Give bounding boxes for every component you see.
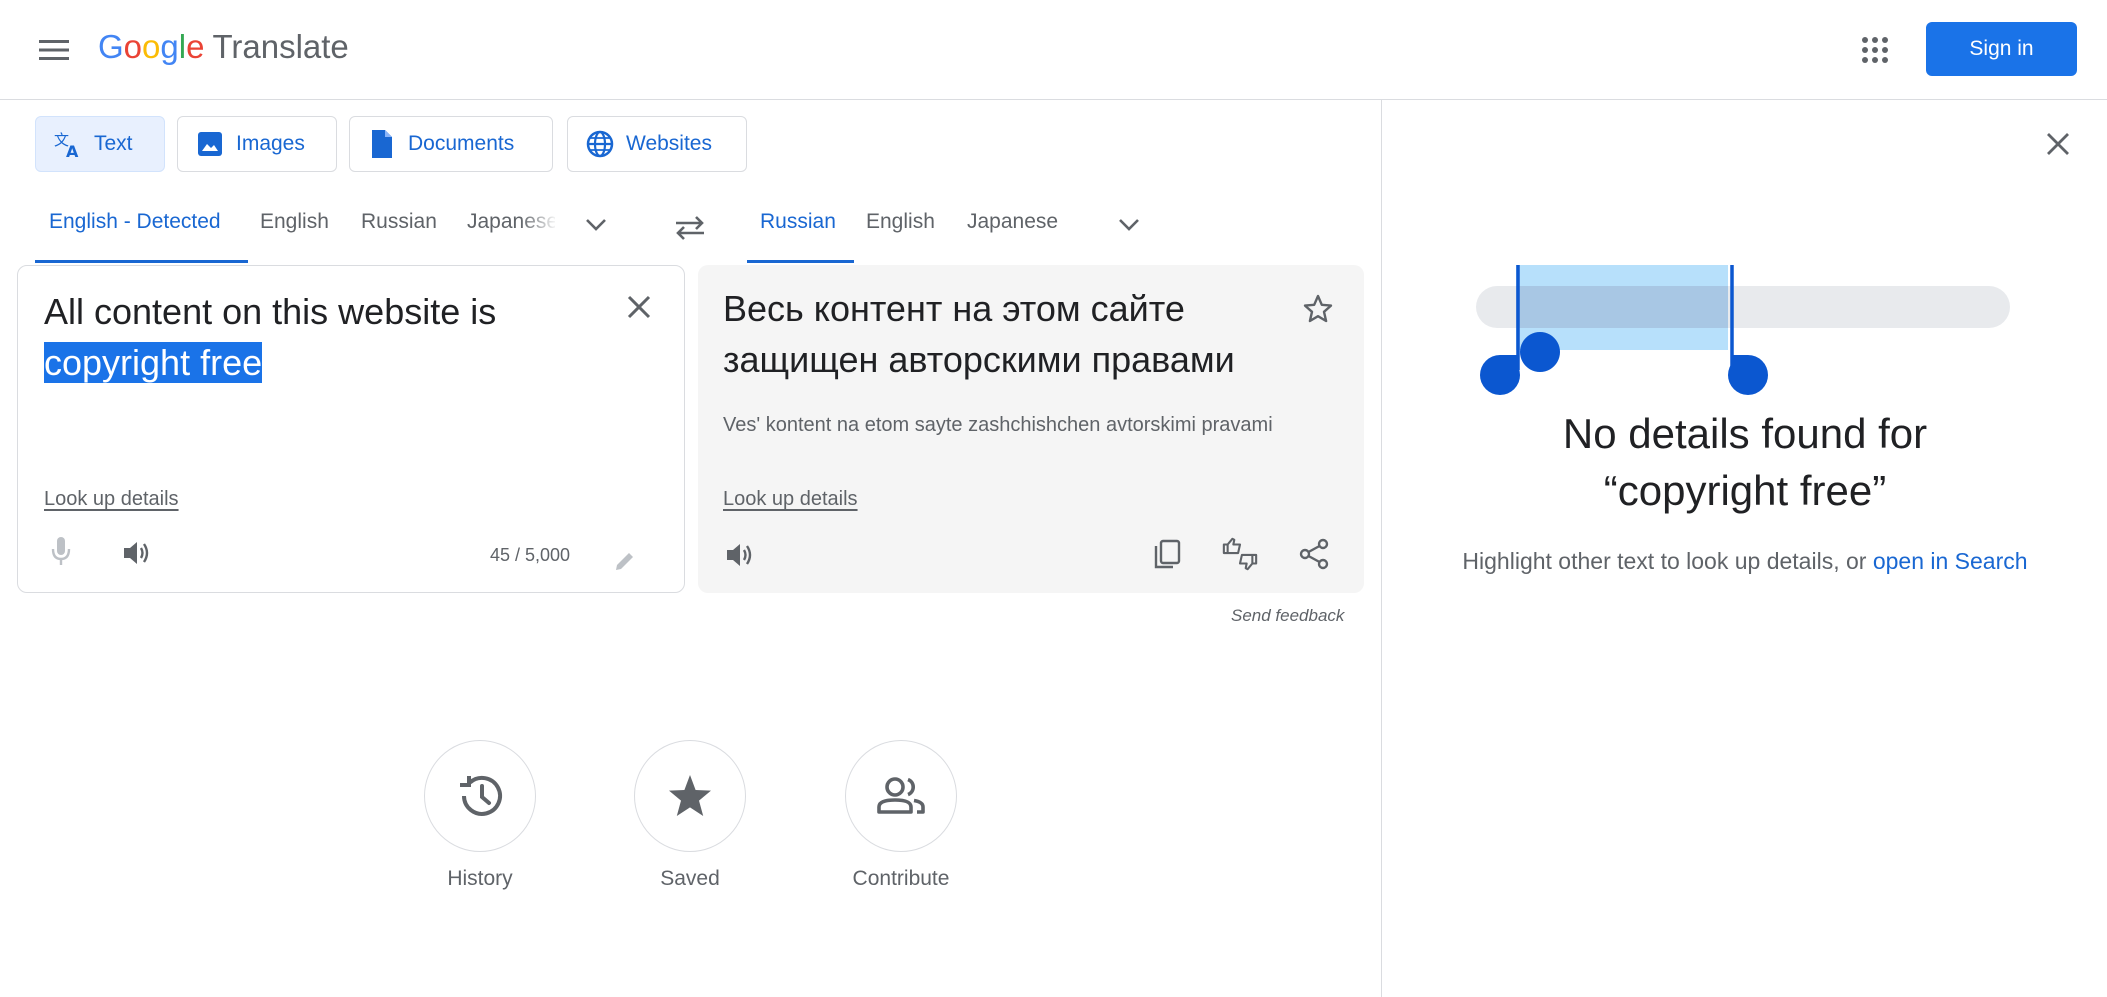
contribute-label: Contribute [852,867,950,890]
apps-grid-icon [1862,37,1888,63]
logo-letter: g [160,28,179,65]
logo-letter: o [142,28,161,65]
saved-button[interactable] [634,740,746,852]
hint-text: Highlight other text to look up details,… [1462,548,1873,574]
source-lang-english[interactable]: English [260,210,329,234]
target-look-up-details-link[interactable]: Look up details [723,488,858,511]
google-translate-logo[interactable]: Google Translate [98,28,349,66]
speaker-icon [124,542,149,564]
tab-websites-label: Websites [626,132,712,155]
star-filled-icon [669,775,711,816]
close-details-panel-button[interactable] [2040,126,2076,162]
source-text-plain: All content on this website is [44,291,497,332]
open-in-search-link[interactable]: open in Search [1873,548,2028,574]
document-icon [368,130,396,158]
source-text-selection: copyright free [44,342,263,383]
transliteration-text: Ves' kontent na etom sayte zashchishchen… [723,414,1273,436]
target-lang-russian[interactable]: Russian [760,210,836,234]
no-details-line-1: No details found for [1562,410,1928,457]
logo-letter: o [123,28,143,65]
thumbs-up-down-icon [1222,537,1258,571]
source-listen-button[interactable] [120,536,154,570]
source-lang-russian[interactable]: Russian [361,210,437,234]
tab-images-label: Images [236,132,305,155]
history-button[interactable] [424,740,536,852]
chevron-down-icon [1119,219,1139,231]
product-name: Translate [212,28,349,65]
chevron-down-icon [586,219,606,231]
swap-languages-button[interactable] [672,210,708,246]
logo-letter: e [186,28,205,65]
tab-text[interactable]: 文A Text [35,116,165,172]
tab-text-label: Text [94,132,133,155]
app-header: Google Translate Sign in [0,0,2107,100]
clear-source-button[interactable] [622,290,656,324]
target-lang-underline [747,260,854,263]
lang-fade [520,205,558,245]
history-label: History [447,867,513,890]
no-details-hint: Highlight other text to look up details,… [1400,548,2090,575]
copy-translation-button[interactable] [1148,535,1186,573]
source-lang-underline [35,260,248,263]
share-translation-button[interactable] [1295,535,1333,573]
logo-letter: l [178,28,187,65]
no-details-illustration [1476,265,2010,395]
character-counter: 45 / 5,000 [490,545,571,565]
star-outline-icon [1303,294,1333,323]
target-listen-button[interactable] [723,538,757,572]
history-icon [460,775,502,816]
source-look-up-details-link[interactable]: Look up details [44,488,179,511]
sign-in-button[interactable]: Sign in [1926,22,2077,76]
voice-input-button[interactable] [44,534,78,568]
tab-documents[interactable]: Documents [349,116,553,172]
tab-websites[interactable]: Websites [567,116,747,172]
translate-icon: 文A [54,130,82,158]
logo-letter: G [98,28,124,65]
source-text-panel: All content on this website is copyright… [17,265,685,593]
target-lang-more-button[interactable] [1114,210,1144,240]
target-lang-japanese[interactable]: Japanese [967,210,1058,234]
pencil-icon [616,553,633,570]
tab-images[interactable]: Images [177,116,337,172]
close-icon [627,295,651,319]
close-icon [2047,133,2069,155]
send-feedback-link[interactable]: Send feedback [1231,606,1344,626]
no-details-line-2: “copyright free” [1603,467,1887,514]
svg-text:A: A [66,142,79,158]
main-menu-button[interactable] [34,30,74,70]
microphone-icon [51,537,71,565]
tab-documents-label: Documents [408,132,515,155]
menu-icon [39,40,69,60]
image-icon [196,130,224,158]
target-lang-english[interactable]: English [866,210,935,234]
share-icon [1299,538,1329,570]
copy-icon [1154,539,1181,569]
save-translation-button[interactable] [1300,291,1336,327]
no-details-heading: No details found for “copyright free” [1400,405,2090,519]
contribute-button[interactable] [845,740,957,852]
saved-label: Saved [660,867,720,890]
rate-translation-button[interactable] [1221,535,1259,573]
source-lang-more-button[interactable] [581,210,611,240]
source-lang-detected[interactable]: English - Detected [49,210,221,234]
translation-panel: Весь контент на этом сайте защищен автор… [698,265,1364,593]
people-icon [877,777,925,814]
swap-icon [676,216,704,240]
translation-text: Весь контент на этом сайте защищен автор… [723,288,1235,380]
speaker-icon [727,544,752,566]
edit-button[interactable] [610,546,640,576]
google-apps-button[interactable] [1855,30,1895,70]
panel-divider [1381,100,1382,997]
source-text-input[interactable]: All content on this website is copyright… [44,286,604,388]
globe-icon [586,130,614,158]
